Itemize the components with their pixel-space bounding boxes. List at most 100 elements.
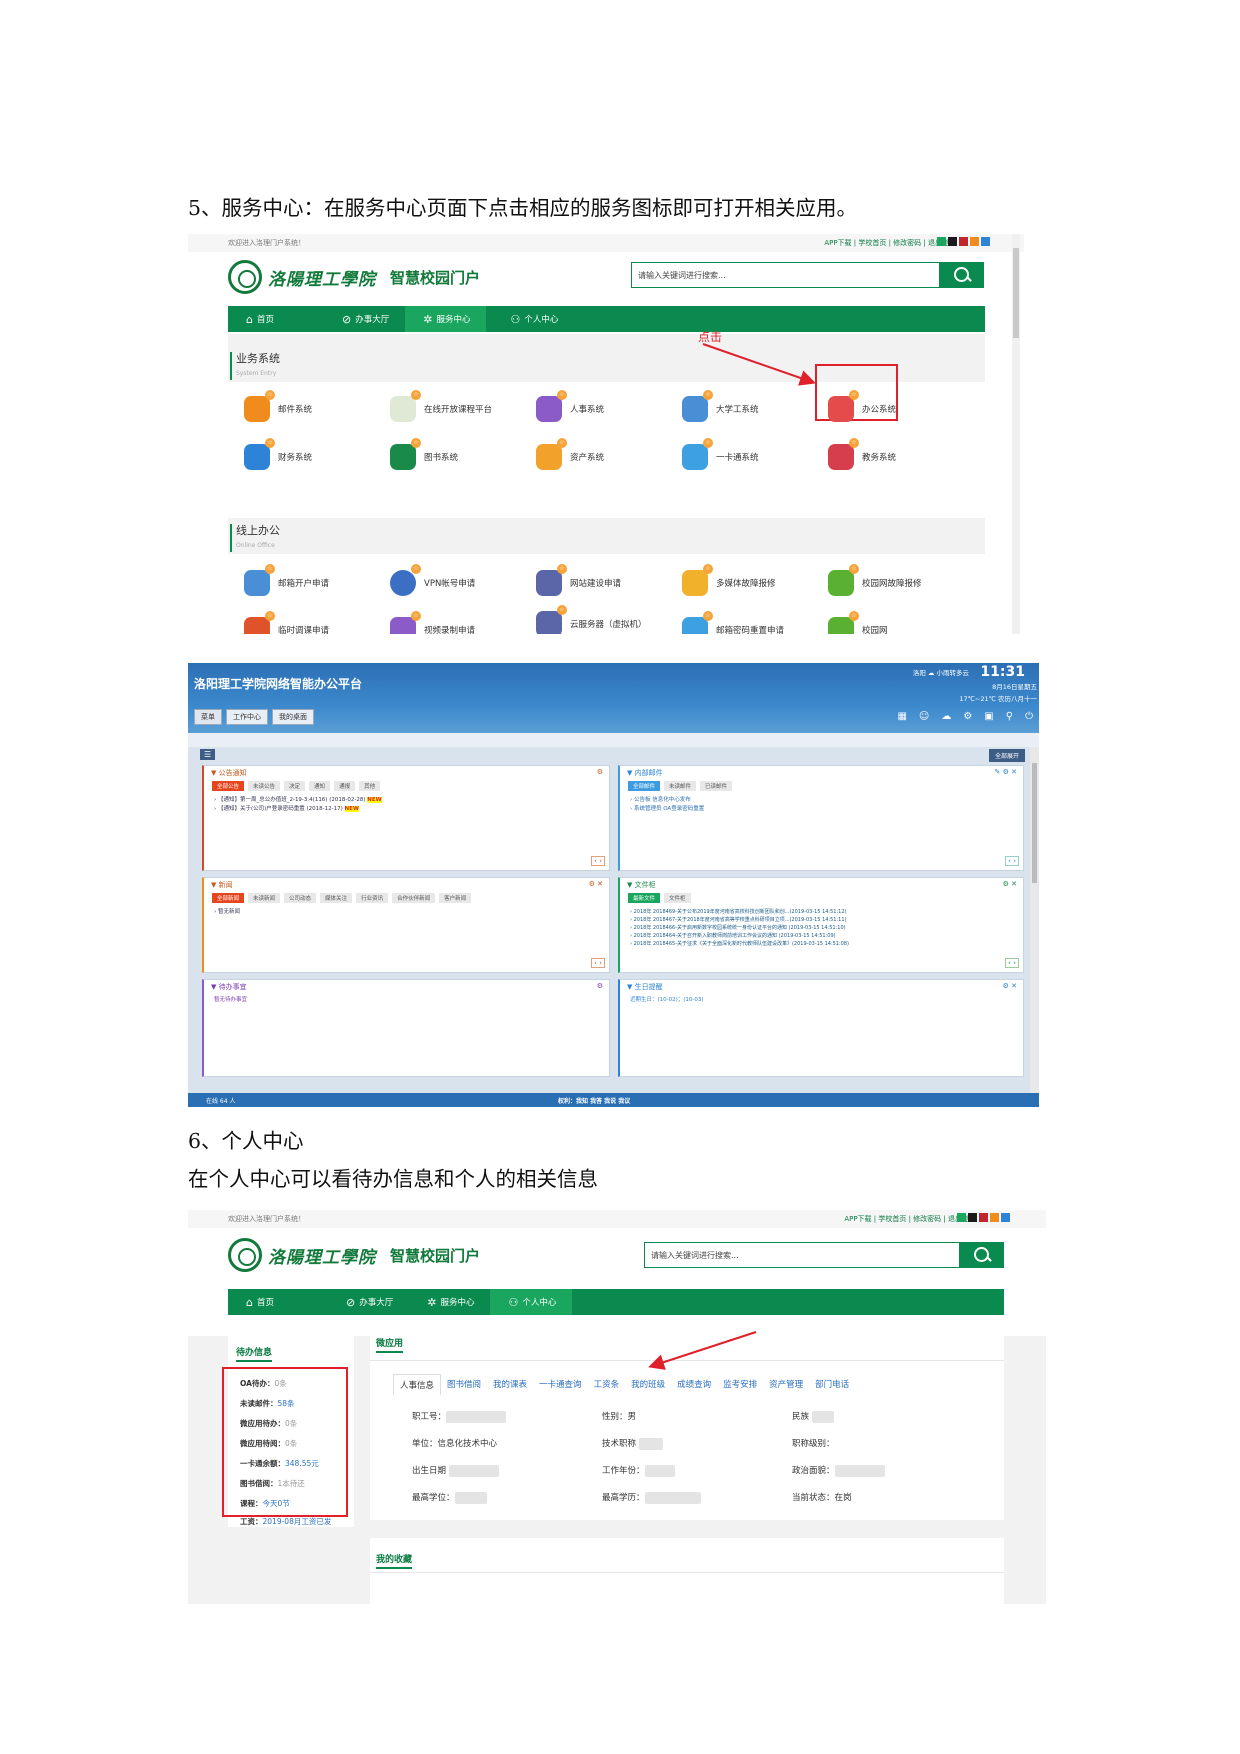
field-political: 政治面貌： bbox=[792, 1464, 885, 1477]
oa-date: 8月16日星期五 17℃~21℃ 农历八月十一 bbox=[959, 683, 1037, 703]
settings-icon[interactable]: ⚙ bbox=[963, 711, 972, 722]
app-cloud-server[interactable]: ☆ 云服务器（虚拟机） bbox=[536, 605, 647, 634]
list-item[interactable]: › 【通知】第一周_总公办值班_2-19-3.4(116) (2018-02-2… bbox=[214, 796, 382, 805]
pin-icon[interactable]: ⚲ bbox=[1006, 711, 1013, 722]
app-mailbox-request[interactable]: ☆ 邮箱开户申请 bbox=[244, 564, 329, 596]
redacted-value bbox=[446, 1410, 507, 1423]
app-vpn-request[interactable]: ☆ VPN帐号申请 bbox=[390, 564, 475, 596]
projector-icon: ☆ bbox=[682, 564, 713, 596]
app-class-change[interactable]: ☆ 临时调课申请 bbox=[244, 611, 329, 634]
list-item[interactable]: › 公告板 信息化中心发布 bbox=[630, 796, 704, 805]
card-filter-chips: 全部公告 未读公告 决定 通知 通报 其他 bbox=[212, 781, 381, 791]
field-title-level: 职称级别： bbox=[792, 1439, 835, 1449]
scrollbar[interactable] bbox=[1030, 747, 1039, 1093]
list-item[interactable]: › 2018年 2018466-关于启用新数字校园系统统一身份认证平台的通知 (… bbox=[630, 924, 849, 932]
oa-menu-button[interactable]: 菜单 bbox=[194, 709, 222, 725]
oa-title: 洛阳理工学院网络智能办公平台 bbox=[194, 677, 363, 691]
list-item[interactable]: › 【通知】关于(公司)户登录密码重置 (2018-12-17) NEW bbox=[214, 805, 382, 814]
list-item[interactable]: › 2018年 2018467-关于2018年度河南省高等学校重点科研项目立项.… bbox=[630, 916, 849, 924]
id-card-icon: ☆ bbox=[536, 390, 567, 422]
section5-heading: 5、服务中心：在服务中心页面下点击相应的服务图标即可打开相关应用。 bbox=[188, 196, 858, 220]
card-controls[interactable]: ⚙ ✕ bbox=[1003, 880, 1017, 888]
app-library-system[interactable]: ☆ 图书系统 bbox=[390, 438, 458, 470]
card-todo: ▼ 待办事宜 ⚙ 暂无待办事宜 bbox=[202, 979, 610, 1077]
field-gender: 性别：男 bbox=[602, 1412, 637, 1422]
list-item[interactable]: › 2018年 2018465-关于征求《关于全面深化新时代教师队伍建设改革》(… bbox=[630, 940, 849, 948]
list-toggle-icon[interactable]: ☰ bbox=[200, 749, 216, 760]
app-video-record[interactable]: ☆ 视频录制申请 bbox=[390, 611, 475, 634]
asset-icon: ☆ bbox=[536, 438, 567, 470]
field-birthdate: 出生日期 bbox=[412, 1464, 499, 1477]
network-icon: ☆ bbox=[828, 564, 859, 596]
video-icon: ☆ bbox=[390, 611, 421, 634]
favorites-title: 我的收藏 bbox=[376, 1552, 413, 1569]
list-item[interactable]: › 2018年 2018464-关于召开新入职教师岗前培训工作会议的通知 (20… bbox=[630, 932, 849, 940]
app-asset-system[interactable]: ☆ 资产系统 bbox=[536, 438, 604, 470]
app-online-course[interactable]: ☆ 在线开放课程平台 bbox=[390, 390, 492, 422]
card-controls[interactable]: ⚙ ✕ bbox=[1003, 982, 1017, 990]
pager[interactable]: ‹ › bbox=[591, 958, 605, 968]
key-icon: ☆ bbox=[682, 611, 713, 634]
status-motto: 权利：我知 我答 我说 我议 bbox=[558, 1098, 631, 1105]
card-birthday: ▼ 生日提醒 ⚙ ✕ 近期生日：(10-02)；(10-03) bbox=[618, 979, 1024, 1077]
app-campus-card[interactable]: ☆ 一卡通系统 bbox=[682, 438, 759, 470]
app-mail-system[interactable]: ☆ 邮件系统 bbox=[244, 390, 312, 422]
student-icon: ☆ bbox=[682, 390, 713, 422]
card-list: › 【通知】第一周_总公办值班_2-19-3.4(116) (2018-02-2… bbox=[214, 796, 382, 814]
person-icon[interactable]: ☺ bbox=[919, 711, 929, 722]
field-work-year: 工作年份： bbox=[602, 1464, 675, 1477]
tab-my-desktop[interactable]: 我的桌面 bbox=[272, 709, 314, 725]
field-education: 最高学历： bbox=[602, 1491, 701, 1504]
trash-icon[interactable]: ▣ bbox=[984, 711, 993, 722]
field-title: 技术职称 bbox=[602, 1437, 663, 1450]
card-title: ▼ 公告通知 bbox=[211, 769, 247, 777]
app-website-request[interactable]: ☆ 网站建设申请 bbox=[536, 564, 621, 596]
list-item[interactable]: › 系统管理员 OA登录密码重置 bbox=[630, 805, 704, 814]
tab-work-center[interactable]: 工作中心 bbox=[226, 709, 268, 725]
card-internal-mail: ▼ 内部邮件 ✎ ⚙ ✕ 全部邮件 未读邮件 已读邮件 › 公告板 信息化中心发布 … bbox=[618, 765, 1024, 871]
field-ethnicity: 民族 bbox=[792, 1410, 834, 1423]
app-multimedia-repair[interactable]: ☆ 多媒体故障报修 bbox=[682, 564, 776, 596]
calendar-icon: ☆ bbox=[244, 611, 275, 634]
oa-weather: 洛阳 ☁ 小雨转多云 bbox=[912, 669, 969, 677]
user-card-icon: ☆ bbox=[244, 564, 275, 596]
oa-tabs: 菜单 工作中心 我的桌面 bbox=[194, 709, 314, 725]
card-controls[interactable]: ⚙ bbox=[597, 982, 603, 990]
list-item[interactable]: › 2018年 2018469-关于公布2019年度河南省高校科技创新团队和创.… bbox=[630, 908, 849, 916]
grid-icon[interactable]: ▦ bbox=[897, 711, 906, 722]
server-icon: ☆ bbox=[536, 605, 567, 634]
pager[interactable]: ‹ › bbox=[1005, 856, 1019, 866]
online-count: 在线 64 人 bbox=[206, 1098, 236, 1105]
app-office-system[interactable]: ☆ 办公系统 bbox=[828, 390, 896, 422]
card-news: ▼ 新闻 ⚙ ✕ 全部新闻 未读新闻 公司动态 媒体关注 行业资讯 合作伙伴新闻 客户新闻 … bbox=[202, 877, 610, 973]
pager[interactable]: ‹ › bbox=[591, 856, 605, 866]
service-center-screenshot: 欢迎进入洛理门户系统！ APP下载 | 学校首页 | 修改密码 | 退出登录 洛… bbox=[188, 234, 1024, 634]
card-icon: ☆ bbox=[682, 438, 713, 470]
power-icon[interactable]: ⏻ bbox=[1025, 711, 1033, 722]
app-campus-network[interactable]: ☆ 校园网 bbox=[828, 611, 888, 634]
expand-all-button[interactable]: 全部展开 bbox=[988, 749, 1025, 762]
pager[interactable]: ‹ › bbox=[1005, 958, 1019, 968]
field-degree: 最高学位： bbox=[412, 1491, 487, 1504]
oa-header: 洛阳理工学院网络智能办公平台 洛阳 ☁ 小雨转多云 11:31 8月16日星期五… bbox=[188, 663, 1039, 733]
online-section-title: 线上办公 Online Office bbox=[230, 524, 280, 552]
oa-toolbar: ▦ ☺ ☁ ⚙ ▣ ⚲ ⏻ bbox=[897, 711, 1033, 722]
app-student-work[interactable]: ☆ 大学工系统 bbox=[682, 390, 759, 422]
list-item: › 暂无新闻 bbox=[214, 909, 240, 915]
globe-icon: ☆ bbox=[390, 564, 421, 596]
app-password-reset[interactable]: ☆ 邮箱密码重置申请 bbox=[682, 611, 784, 634]
app-finance-system[interactable]: ☆ 财务系统 bbox=[244, 438, 312, 470]
card-controls[interactable]: ✎ ⚙ ✕ bbox=[995, 768, 1017, 776]
app-hr-system[interactable]: ☆ 人事系统 bbox=[536, 390, 604, 422]
atom-icon: ☆ bbox=[828, 438, 859, 470]
wifi-icon: ☆ bbox=[828, 611, 859, 634]
field-status: 当前状态：在岗 bbox=[792, 1493, 852, 1503]
oa-status-bar: 在线 64 人 权利：我知 我答 我说 我议 bbox=[188, 1093, 1039, 1107]
app-network-repair[interactable]: ☆ 校园网故障报修 bbox=[828, 564, 922, 596]
app-academic-system[interactable]: ☆ 教务系统 bbox=[828, 438, 896, 470]
scrollbar[interactable] bbox=[1012, 234, 1020, 634]
cloud-icon[interactable]: ☁ bbox=[941, 711, 951, 722]
card-controls[interactable]: ⚙ bbox=[597, 768, 603, 776]
card-controls[interactable]: ⚙ ✕ bbox=[589, 880, 603, 888]
oa-desktop: ☰ 全部展开 ▼ 公告通知 ⚙ 全部公告 未读公告 决定 通知 通报 其他 › 【通知】第… bbox=[188, 747, 1039, 1093]
